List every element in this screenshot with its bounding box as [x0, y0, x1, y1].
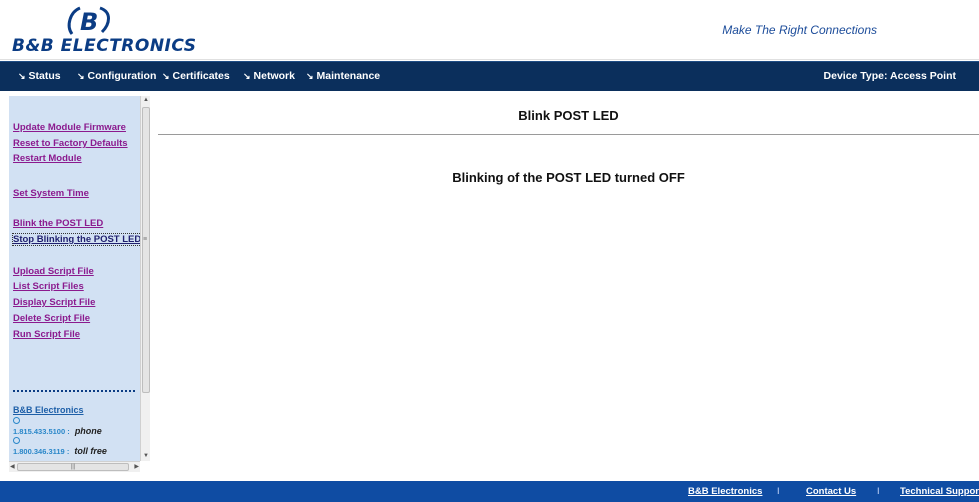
- sidebar-link-update-firmware[interactable]: Update Module Firmware: [13, 122, 126, 133]
- chevron-down-icon: ↘: [243, 71, 251, 81]
- sidebar-link-display-script[interactable]: Display Script File: [13, 297, 95, 308]
- sidebar-link-delete-script[interactable]: Delete Script File: [13, 313, 90, 324]
- nav-network[interactable]: ↘ Network: [243, 70, 295, 82]
- sidebar-vertical-scrollbar[interactable]: ▲ ≡ ▼: [140, 96, 150, 461]
- toll-free-row: 1.800.346.3119 : toll free: [13, 437, 107, 456]
- tagline: Make The Right Connections: [722, 23, 877, 37]
- footer-separator: I: [877, 486, 880, 496]
- chevron-down-icon: ↘: [77, 71, 85, 81]
- sidebar-link-run-script[interactable]: Run Script File: [13, 329, 80, 340]
- header: B B&B ELECTRONICS Make The Right Connect…: [0, 0, 979, 60]
- svg-text:B: B: [80, 8, 98, 36]
- sidebar-link-blink-post-led[interactable]: Blink the POST LED: [13, 218, 103, 229]
- bb-logo-mark: B: [67, 6, 110, 36]
- sidebar-frame: Update Module Firmware Reset to Factory …: [9, 96, 150, 472]
- phone-label: toll free: [74, 446, 107, 456]
- phone-icon: [13, 437, 20, 444]
- footer: B&B Electronics I Contact Us I Technical…: [0, 481, 979, 502]
- sidebar-link-set-system-time[interactable]: Set System Time: [13, 188, 89, 199]
- sidebar-link-restart-module[interactable]: Restart Module: [13, 153, 82, 164]
- company-link[interactable]: B&B Electronics: [13, 405, 84, 415]
- phone-icon: [13, 417, 20, 424]
- phone-label: phone: [74, 426, 102, 436]
- scroll-down-arrow-icon[interactable]: ▼: [142, 452, 150, 461]
- grip-icon: ≡: [143, 236, 148, 243]
- device-type-label: Device Type: Access Point: [823, 70, 956, 82]
- bb-electronics-logo: B B&B ELECTRONICS: [12, 6, 196, 56]
- nav-status[interactable]: ↘ Status: [18, 70, 61, 82]
- main-navbar: ↘ Status ↘ Configuration ↘ Certificates ↘ Ne…: [0, 61, 979, 91]
- chevron-down-icon: ↘: [18, 71, 26, 81]
- scroll-left-arrow-icon[interactable]: ◀: [10, 463, 15, 470]
- title-divider: [158, 134, 979, 135]
- sidebar: Update Module Firmware Reset to Factory …: [9, 96, 140, 461]
- sidebar-link-upload-script[interactable]: Upload Script File: [13, 266, 94, 277]
- footer-link-contact-us[interactable]: Contact Us: [806, 486, 856, 497]
- logo-text: B&B ELECTRONICS: [12, 36, 197, 56]
- footer-link-technical-support[interactable]: Technical Support: [900, 486, 979, 497]
- nav-configuration[interactable]: ↘ Configuration: [77, 70, 156, 82]
- page-title: Blink POST LED: [518, 108, 619, 123]
- chevron-down-icon: ↘: [306, 71, 314, 81]
- sidebar-link-stop-blinking[interactable]: Stop Blinking the POST LED: [11, 233, 140, 246]
- scrollbar-thumb[interactable]: |||: [17, 463, 129, 471]
- phone-number: 1.800.346.3119: [13, 447, 65, 456]
- status-message: Blinking of the POST LED turned OFF: [452, 170, 685, 185]
- footer-separator: I: [777, 486, 780, 496]
- nav-certificates[interactable]: ↘ Certificates: [162, 70, 230, 82]
- chevron-down-icon: ↘: [162, 71, 170, 81]
- phone-row: 1.815.433.5100 : phone: [13, 417, 102, 436]
- nav-maintenance[interactable]: ↘ Maintenance: [306, 70, 380, 82]
- scrollbar-thumb[interactable]: [142, 107, 150, 393]
- scroll-up-arrow-icon[interactable]: ▲: [142, 96, 150, 105]
- sidebar-horizontal-scrollbar[interactable]: ◀ ||| ▶: [9, 461, 140, 472]
- footer-link-bb-electronics[interactable]: B&B Electronics: [688, 486, 762, 497]
- sidebar-link-reset-defaults[interactable]: Reset to Factory Defaults: [13, 138, 128, 149]
- scroll-right-arrow-icon[interactable]: ▶: [134, 463, 139, 470]
- phone-number: 1.815.433.5100: [13, 427, 66, 436]
- divider: [13, 390, 135, 392]
- sidebar-link-list-scripts[interactable]: List Script Files: [13, 281, 84, 292]
- main-content: Blink POST LED Blinking of the POST LED …: [158, 96, 979, 476]
